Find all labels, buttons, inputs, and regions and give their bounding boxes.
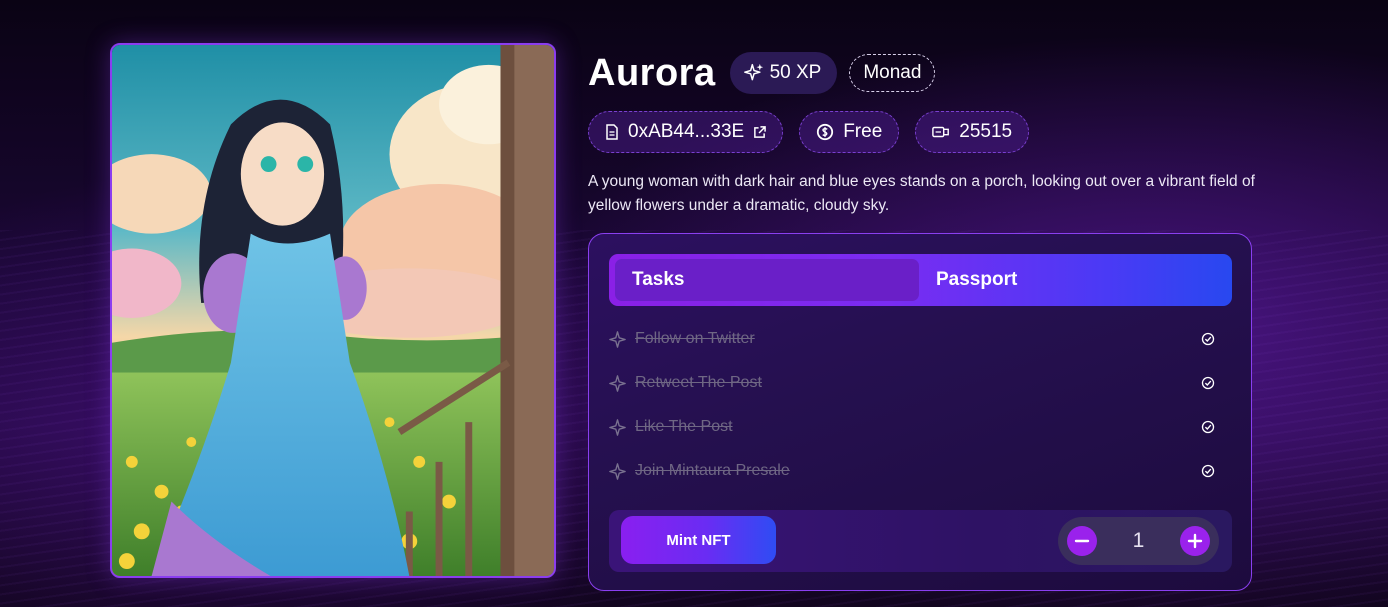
- check-circle-icon: [1201, 376, 1215, 390]
- mint-nft-button[interactable]: Mint NFT: [621, 516, 776, 564]
- mint-bar: Mint NFT 1: [609, 510, 1232, 572]
- document-icon: [606, 124, 618, 140]
- sparkle-icon: [609, 374, 626, 392]
- tab-passport[interactable]: Passport: [919, 259, 1226, 301]
- external-link-icon: [754, 125, 767, 138]
- nft-description: A young woman with dark hair and blue ey…: [588, 173, 1255, 214]
- sparkles-icon: [743, 63, 763, 81]
- task-item-like-post[interactable]: Like The Post: [609, 405, 1215, 449]
- coin-icon: [817, 123, 834, 141]
- ticket-icon: [932, 126, 950, 138]
- tab-tasks[interactable]: Tasks: [615, 259, 919, 301]
- price-chip: Free: [799, 111, 900, 153]
- task-label: Retweet The Post: [635, 374, 762, 391]
- supply-chip: 25515: [915, 111, 1030, 153]
- task-label: Follow on Twitter: [635, 330, 755, 347]
- nft-meta: 0xAB44...33E Free 25515: [588, 111, 1030, 153]
- task-item-follow-twitter[interactable]: Follow on Twitter: [609, 317, 1215, 361]
- tab-bar: Tasks Passport: [609, 254, 1232, 306]
- anime-girl-artwork-image: [112, 45, 554, 576]
- sparkle-icon: [609, 330, 626, 348]
- quantity-stepper: 1: [1058, 517, 1219, 565]
- quantity-value: 1: [1132, 529, 1145, 552]
- task-item-join-presale[interactable]: Join Mintaura Presale: [609, 449, 1215, 493]
- task-panel: Tasks Passport Follow on Twitter Retweet…: [588, 233, 1252, 591]
- xp-value: 50 XP: [769, 62, 822, 83]
- decrement-button[interactable]: [1067, 526, 1097, 556]
- nft-artwork: [110, 43, 556, 578]
- sparkle-icon: [609, 462, 626, 480]
- chain-badge: Monad: [849, 54, 936, 92]
- xp-badge: 50 XP: [729, 52, 838, 94]
- task-label: Join Mintaura Presale: [635, 462, 790, 479]
- nft-header: Aurora 50 XP Monad: [588, 52, 936, 94]
- check-circle-icon: [1201, 464, 1215, 478]
- increment-button[interactable]: [1180, 526, 1210, 556]
- supply-value: 25515: [959, 121, 1013, 142]
- nft-title: Aurora: [588, 52, 716, 94]
- task-item-retweet[interactable]: Retweet The Post: [609, 361, 1215, 405]
- task-list: Follow on Twitter Retweet The Post Like …: [609, 317, 1215, 493]
- plus-icon: [1187, 533, 1203, 549]
- tab-passport-label: Passport: [936, 269, 1018, 290]
- price-value: Free: [843, 121, 883, 142]
- contract-address-link[interactable]: 0xAB44...33E: [588, 111, 784, 153]
- task-label: Like The Post: [635, 418, 733, 435]
- check-circle-icon: [1201, 420, 1215, 434]
- minus-icon: [1074, 539, 1090, 543]
- tab-tasks-label: Tasks: [632, 269, 685, 290]
- sparkle-icon: [609, 418, 626, 436]
- check-circle-icon: [1201, 332, 1215, 346]
- chain-name: Monad: [863, 62, 922, 83]
- contract-address: 0xAB44...33E: [628, 121, 745, 142]
